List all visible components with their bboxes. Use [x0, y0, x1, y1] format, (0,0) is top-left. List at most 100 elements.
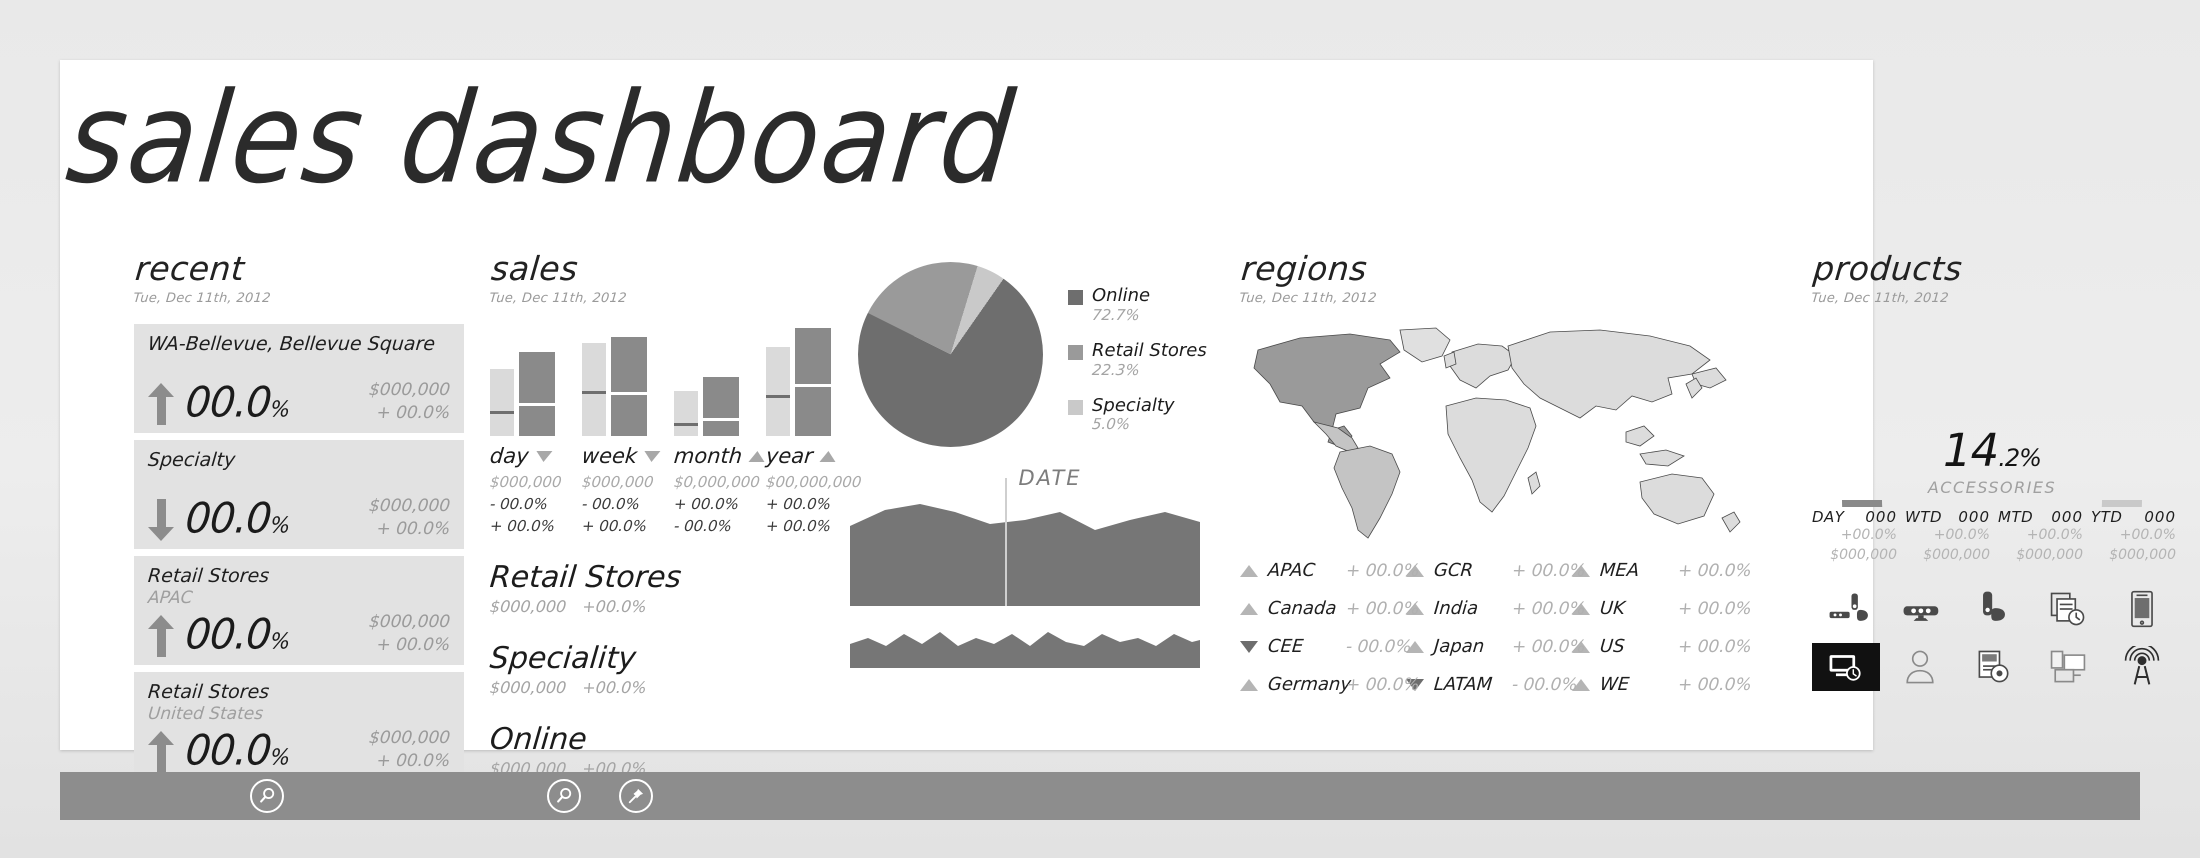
region-item[interactable]: India + 00.0%	[1406, 598, 1587, 619]
legend-value: 22.3%	[1091, 360, 1141, 379]
region-item[interactable]: US + 00.0%	[1572, 636, 1753, 657]
region-item[interactable]: Canada + 00.0%	[1240, 598, 1421, 619]
kpi-label: DAY	[1812, 508, 1845, 526]
avatar-icon[interactable]	[1886, 643, 1954, 691]
legend-label: Retail Stores	[1092, 339, 1207, 361]
sales-period-column[interactable]: day $000,000 - 00.0% + 00.0%	[489, 328, 562, 535]
region-item[interactable]: Germany + 00.0%	[1240, 674, 1421, 695]
products-kpi-row: DAY 000 +00.0% $000,000 WTD 000 +00.0% $000,000…	[1812, 508, 2192, 565]
bar-period-label[interactable]: month	[673, 444, 766, 468]
sales-period-column[interactable]: year $00,000,000 + 00.0% + 00.0%	[765, 328, 862, 535]
recent-card-delta: + 00.0%	[375, 635, 451, 656]
bar-period-text: week	[580, 444, 639, 468]
magnifier-glyph	[260, 788, 275, 803]
region-name: LATAM	[1433, 674, 1494, 695]
zoom-out-icon[interactable]	[250, 779, 284, 813]
disc-case-icon[interactable]	[1960, 643, 2028, 691]
products-gauge[interactable]: 14.2% ACCESSORIES	[1812, 332, 2172, 650]
sales-period-column[interactable]: month $0,000,000 + 00.0% - 00.0%	[673, 328, 766, 535]
kpi-label: YTD	[2091, 508, 2123, 526]
region-item[interactable]: WE + 00.0%	[1572, 674, 1753, 695]
kpi-top: MTD 000	[1998, 508, 2083, 526]
app-bar	[60, 772, 2140, 820]
sales-overview-strip[interactable]	[850, 628, 1200, 668]
bar-pair	[674, 328, 744, 436]
bar-pair	[582, 328, 652, 436]
region-item[interactable]: GCR + 00.0%	[1406, 560, 1587, 581]
region-name: UK	[1599, 598, 1626, 619]
panel-sales: sales Tue, Dec 11th, 2012 day $000,000 - 0…	[488, 249, 862, 778]
wireless-tower-icon[interactable]	[2108, 643, 2176, 691]
bar-previous	[582, 343, 606, 436]
region-item[interactable]: APAC + 00.0%	[1240, 560, 1421, 581]
product-kpi[interactable]: DAY 000 +00.0% $000,000	[1812, 508, 1897, 565]
sales-channel-block[interactable]: Speciality $000,000 +00.0%	[488, 641, 851, 697]
console-controller-icon[interactable]	[1960, 585, 2028, 633]
trend-triangle-down-icon	[643, 450, 661, 462]
pie-legend-item[interactable]: Specialty 5.0%	[1068, 395, 1207, 434]
recent-card-delta: + 00.0%	[375, 751, 451, 772]
tablet-icon[interactable]	[2108, 585, 2176, 633]
sales-channel-block[interactable]: Retail Stores $000,000 +00.0%	[488, 560, 851, 616]
devices-icon[interactable]	[2034, 643, 2102, 691]
screen-clock-icon[interactable]	[1812, 643, 1880, 692]
channel-stats: $000,000 +00.0%	[489, 597, 851, 616]
legend-value: 5.0%	[1091, 415, 1131, 434]
channel-name: Speciality	[488, 641, 638, 676]
software-clock-icon[interactable]	[2034, 585, 2102, 633]
sales-channel-block[interactable]: Online $000,000 +00.0%	[488, 722, 850, 778]
bar-period-label[interactable]: week	[580, 444, 661, 468]
channel-stats: $000,000 +00.0%	[489, 678, 851, 697]
recent-card-percent: 00.0%	[183, 378, 291, 428]
bar-period-label[interactable]: year	[765, 444, 837, 468]
regions-date: Tue, Dec 11th, 2012	[1238, 291, 1378, 306]
region-percent: + 00.0%	[1345, 560, 1421, 581]
bar-current	[611, 336, 647, 436]
region-item[interactable]: MEA + 00.0%	[1572, 560, 1753, 581]
product-kpi[interactable]: MTD 000 +00.0% $000,000	[1998, 508, 2083, 565]
pie-legend: Online 72.7% Retail Stores 22.3% Specialty 5.…	[1068, 285, 1207, 450]
bar-delta-2: + 00.0%	[581, 517, 648, 535]
region-item[interactable]: CEE - 00.0%	[1240, 636, 1412, 657]
sales-period-column[interactable]: week $000,000 - 00.0% + 00.0%	[580, 328, 661, 535]
trend-arrow-down-icon	[148, 499, 174, 541]
sensor-bar-icon-glyph	[1903, 606, 1939, 622]
sales-trend-area-chart[interactable]	[850, 478, 1200, 606]
world-map[interactable]	[1240, 322, 1780, 552]
region-item[interactable]: Japan + 00.0%	[1406, 636, 1587, 657]
pie-legend-item[interactable]: Online 72.7%	[1068, 285, 1207, 324]
kpi-count: 000	[2051, 508, 2083, 526]
region-name: Germany	[1267, 674, 1352, 695]
gauge-segment	[2091, 500, 2142, 564]
bar-pair	[490, 328, 560, 436]
sales-channel-pie-chart[interactable]	[858, 262, 1043, 447]
panels-container: recent Tue, Dec 11th, 2012 WA-Bellevue, …	[60, 249, 2176, 781]
kpi-label: MTD	[1998, 508, 2034, 526]
recent-card[interactable]: Specialty 00.0% $000,000 + 00.0%	[134, 440, 464, 549]
region-name: APAC	[1267, 560, 1317, 581]
console-bundle-icon[interactable]	[1812, 585, 1880, 633]
product-kpi[interactable]: YTD 000 +00.0% $000,000	[2091, 508, 2176, 565]
wireless-tower-icon-glyph	[2124, 646, 2160, 685]
product-kpi[interactable]: WTD 000 +00.0% $000,000	[1905, 508, 1990, 565]
recent-card-left: 00.0%	[148, 727, 290, 775]
kpi-amount: $000,000	[2109, 546, 2176, 563]
sales-header: sales Tue, Dec 11th, 2012	[489, 249, 850, 306]
recent-card[interactable]: Retail Stores APAC 00.0% $000,000 + 00.0%	[134, 556, 464, 665]
kpi-delta: +00.0%	[1933, 527, 1990, 543]
recent-card-subtitle: United States	[147, 703, 265, 724]
recent-card-amount: $000,000	[368, 380, 451, 401]
bar-period-label[interactable]: day	[489, 444, 561, 468]
products-title: products	[1811, 249, 1964, 288]
region-item[interactable]: UK + 00.0%	[1572, 598, 1753, 619]
recent-card[interactable]: WA-Bellevue, Bellevue Square 00.0% $000,00…	[134, 324, 464, 433]
legend-text: Specialty 5.0%	[1091, 395, 1174, 434]
pie-legend-item[interactable]: Retail Stores 22.3%	[1068, 339, 1207, 379]
sensor-bar-icon[interactable]	[1886, 585, 1954, 633]
panel-sales-breakdown: Online 72.7% Retail Stores 22.3% Specialty 5.…	[850, 252, 1250, 668]
recent-card[interactable]: Retail Stores United States 00.0% $000,000 +…	[134, 672, 464, 781]
pin-icon[interactable]	[619, 779, 653, 813]
zoom-in-icon[interactable]	[547, 779, 581, 813]
region-item[interactable]: LATAM - 00.0%	[1406, 674, 1578, 695]
bar-delta-1: - 00.0%	[489, 495, 549, 513]
